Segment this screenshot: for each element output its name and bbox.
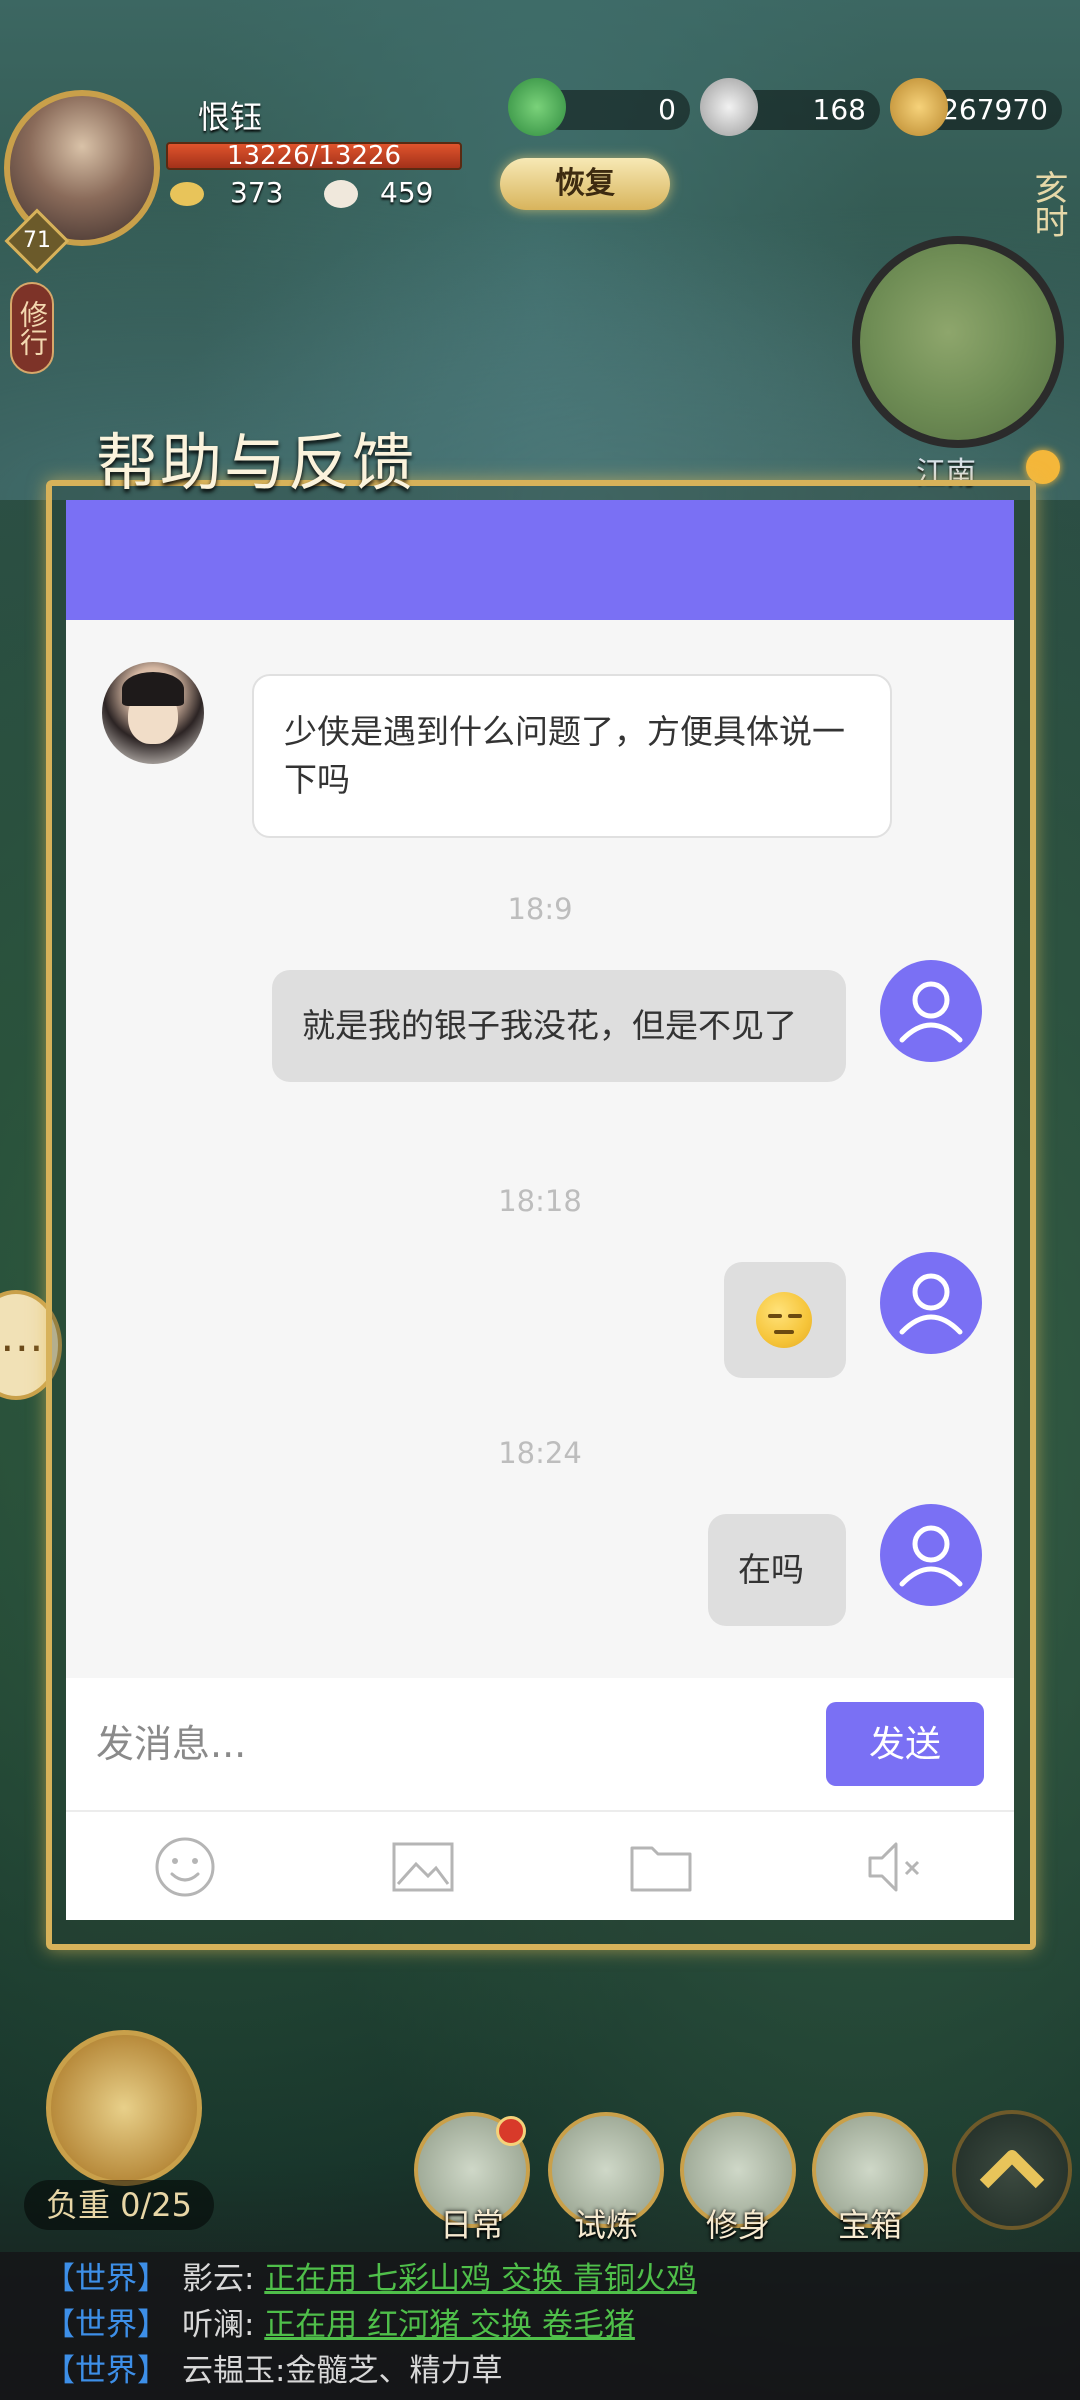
- image-icon[interactable]: [390, 1834, 456, 1900]
- bun-icon: [324, 180, 358, 208]
- message-timestamp: 18:18: [498, 1184, 582, 1218]
- resource-jade-value: 0: [658, 93, 676, 126]
- expand-menu-button[interactable]: [952, 2110, 1072, 2230]
- support-message-bubble: 少侠是遇到什么问题了，方便具体说一下吗: [252, 674, 892, 838]
- player-name: 恨钰: [198, 98, 263, 136]
- chat-trade-link[interactable]: 正在用 红河猪 交换 卷毛猪: [264, 2307, 635, 2343]
- world-chat-log[interactable]: 【世界】 影云: 正在用 七彩山鸡 交换 青铜火鸡 【世界】 听澜: 正在用 红河猪…: [0, 2252, 1080, 2400]
- chat-channel: 【世界】: [44, 2261, 168, 2297]
- jade-icon[interactable]: [508, 78, 566, 136]
- chat-channel: 【世界】: [44, 2307, 168, 2343]
- mute-icon[interactable]: [864, 1834, 930, 1900]
- user-avatar: [880, 960, 982, 1062]
- composer-toolbar: [66, 1810, 1014, 1920]
- user-message-bubble: 就是我的银子我没花，但是不见了: [272, 970, 846, 1082]
- unamused-face-icon: [756, 1292, 812, 1348]
- sun-icon: [1026, 450, 1060, 484]
- chat-line: 【世界】 听澜: 正在用 红河猪 交换 卷毛猪: [0, 2302, 1080, 2348]
- weight-label: 负重 0/25: [24, 2180, 214, 2230]
- silver-ingot-icon[interactable]: [700, 78, 758, 136]
- user-avatar: [880, 1252, 982, 1354]
- chat-channel: 【世界】: [44, 2353, 168, 2389]
- chat-user: 听澜:: [182, 2307, 255, 2343]
- minimap[interactable]: [852, 236, 1064, 448]
- treasure-chest-label: 宝箱: [837, 2206, 902, 2244]
- restore-button[interactable]: 恢复: [500, 158, 670, 210]
- stat-a-value: 373: [230, 176, 284, 209]
- folder-icon[interactable]: [628, 1834, 694, 1900]
- stat-b-value: 459: [380, 176, 434, 209]
- resource-silver-value: 168: [812, 93, 866, 126]
- practice-button[interactable]: 修行: [10, 282, 54, 374]
- stat-b: 459: [324, 176, 433, 209]
- message-timestamp: 18:9: [507, 892, 573, 926]
- chat-user: 影云:: [182, 2261, 255, 2297]
- chat-dots-icon: ⋯: [0, 1322, 44, 1373]
- stat-a: 373: [170, 176, 283, 209]
- hp-bar: 13226/13226: [166, 142, 462, 170]
- user-profile-icon: [899, 1525, 963, 1587]
- notification-dot: [496, 2116, 526, 2146]
- chevron-up-icon: [979, 2150, 1045, 2189]
- backpack-button[interactable]: [46, 2030, 202, 2186]
- chat-line: 【世界】 云韫玉:金髓芝、精力草: [0, 2348, 1080, 2394]
- smile-icon[interactable]: [152, 1834, 218, 1900]
- panel-header: [66, 500, 1014, 620]
- user-avatar: [880, 1504, 982, 1606]
- gold-coin-icon[interactable]: [890, 78, 948, 136]
- chat-trade-link[interactable]: 正在用 七彩山鸡 交换 青铜火鸡: [264, 2261, 697, 2297]
- trial-label: 试炼: [573, 2206, 638, 2244]
- user-message-bubble: 在吗: [708, 1514, 846, 1626]
- dialog-title: 帮助与反馈: [96, 426, 417, 499]
- send-button[interactable]: 发送: [826, 1702, 984, 1786]
- cultivate-label: 修身: [705, 2206, 770, 2244]
- chat-line: 【世界】 影云: 正在用 七彩山鸡 交换 青铜火鸡: [0, 2256, 1080, 2302]
- message-input[interactable]: [96, 1708, 776, 1780]
- chat-text: 金髓芝、精力草: [285, 2353, 503, 2389]
- message-timestamp: 18:24: [498, 1436, 582, 1470]
- help-feedback-panel: 少侠是遇到什么问题了，方便具体说一下吗 18:9 就是我的银子我没花，但是不见了…: [66, 500, 1014, 1920]
- user-profile-icon: [899, 981, 963, 1043]
- user-profile-icon: [899, 1273, 963, 1335]
- message-composer: 发送: [66, 1678, 1014, 1810]
- game-time: 亥时: [1028, 170, 1068, 238]
- resource-gold-value: 267970: [941, 93, 1048, 126]
- level-value: 71: [23, 228, 51, 253]
- user-emoji-bubble: [724, 1262, 846, 1378]
- chat-user: 云韫玉:: [182, 2353, 286, 2389]
- message-list[interactable]: 少侠是遇到什么问题了，方便具体说一下吗 18:9 就是我的银子我没花，但是不见了…: [66, 620, 1014, 1678]
- tea-icon: [170, 182, 204, 206]
- support-avatar: [102, 662, 204, 764]
- daily-label: 日常: [439, 2206, 504, 2244]
